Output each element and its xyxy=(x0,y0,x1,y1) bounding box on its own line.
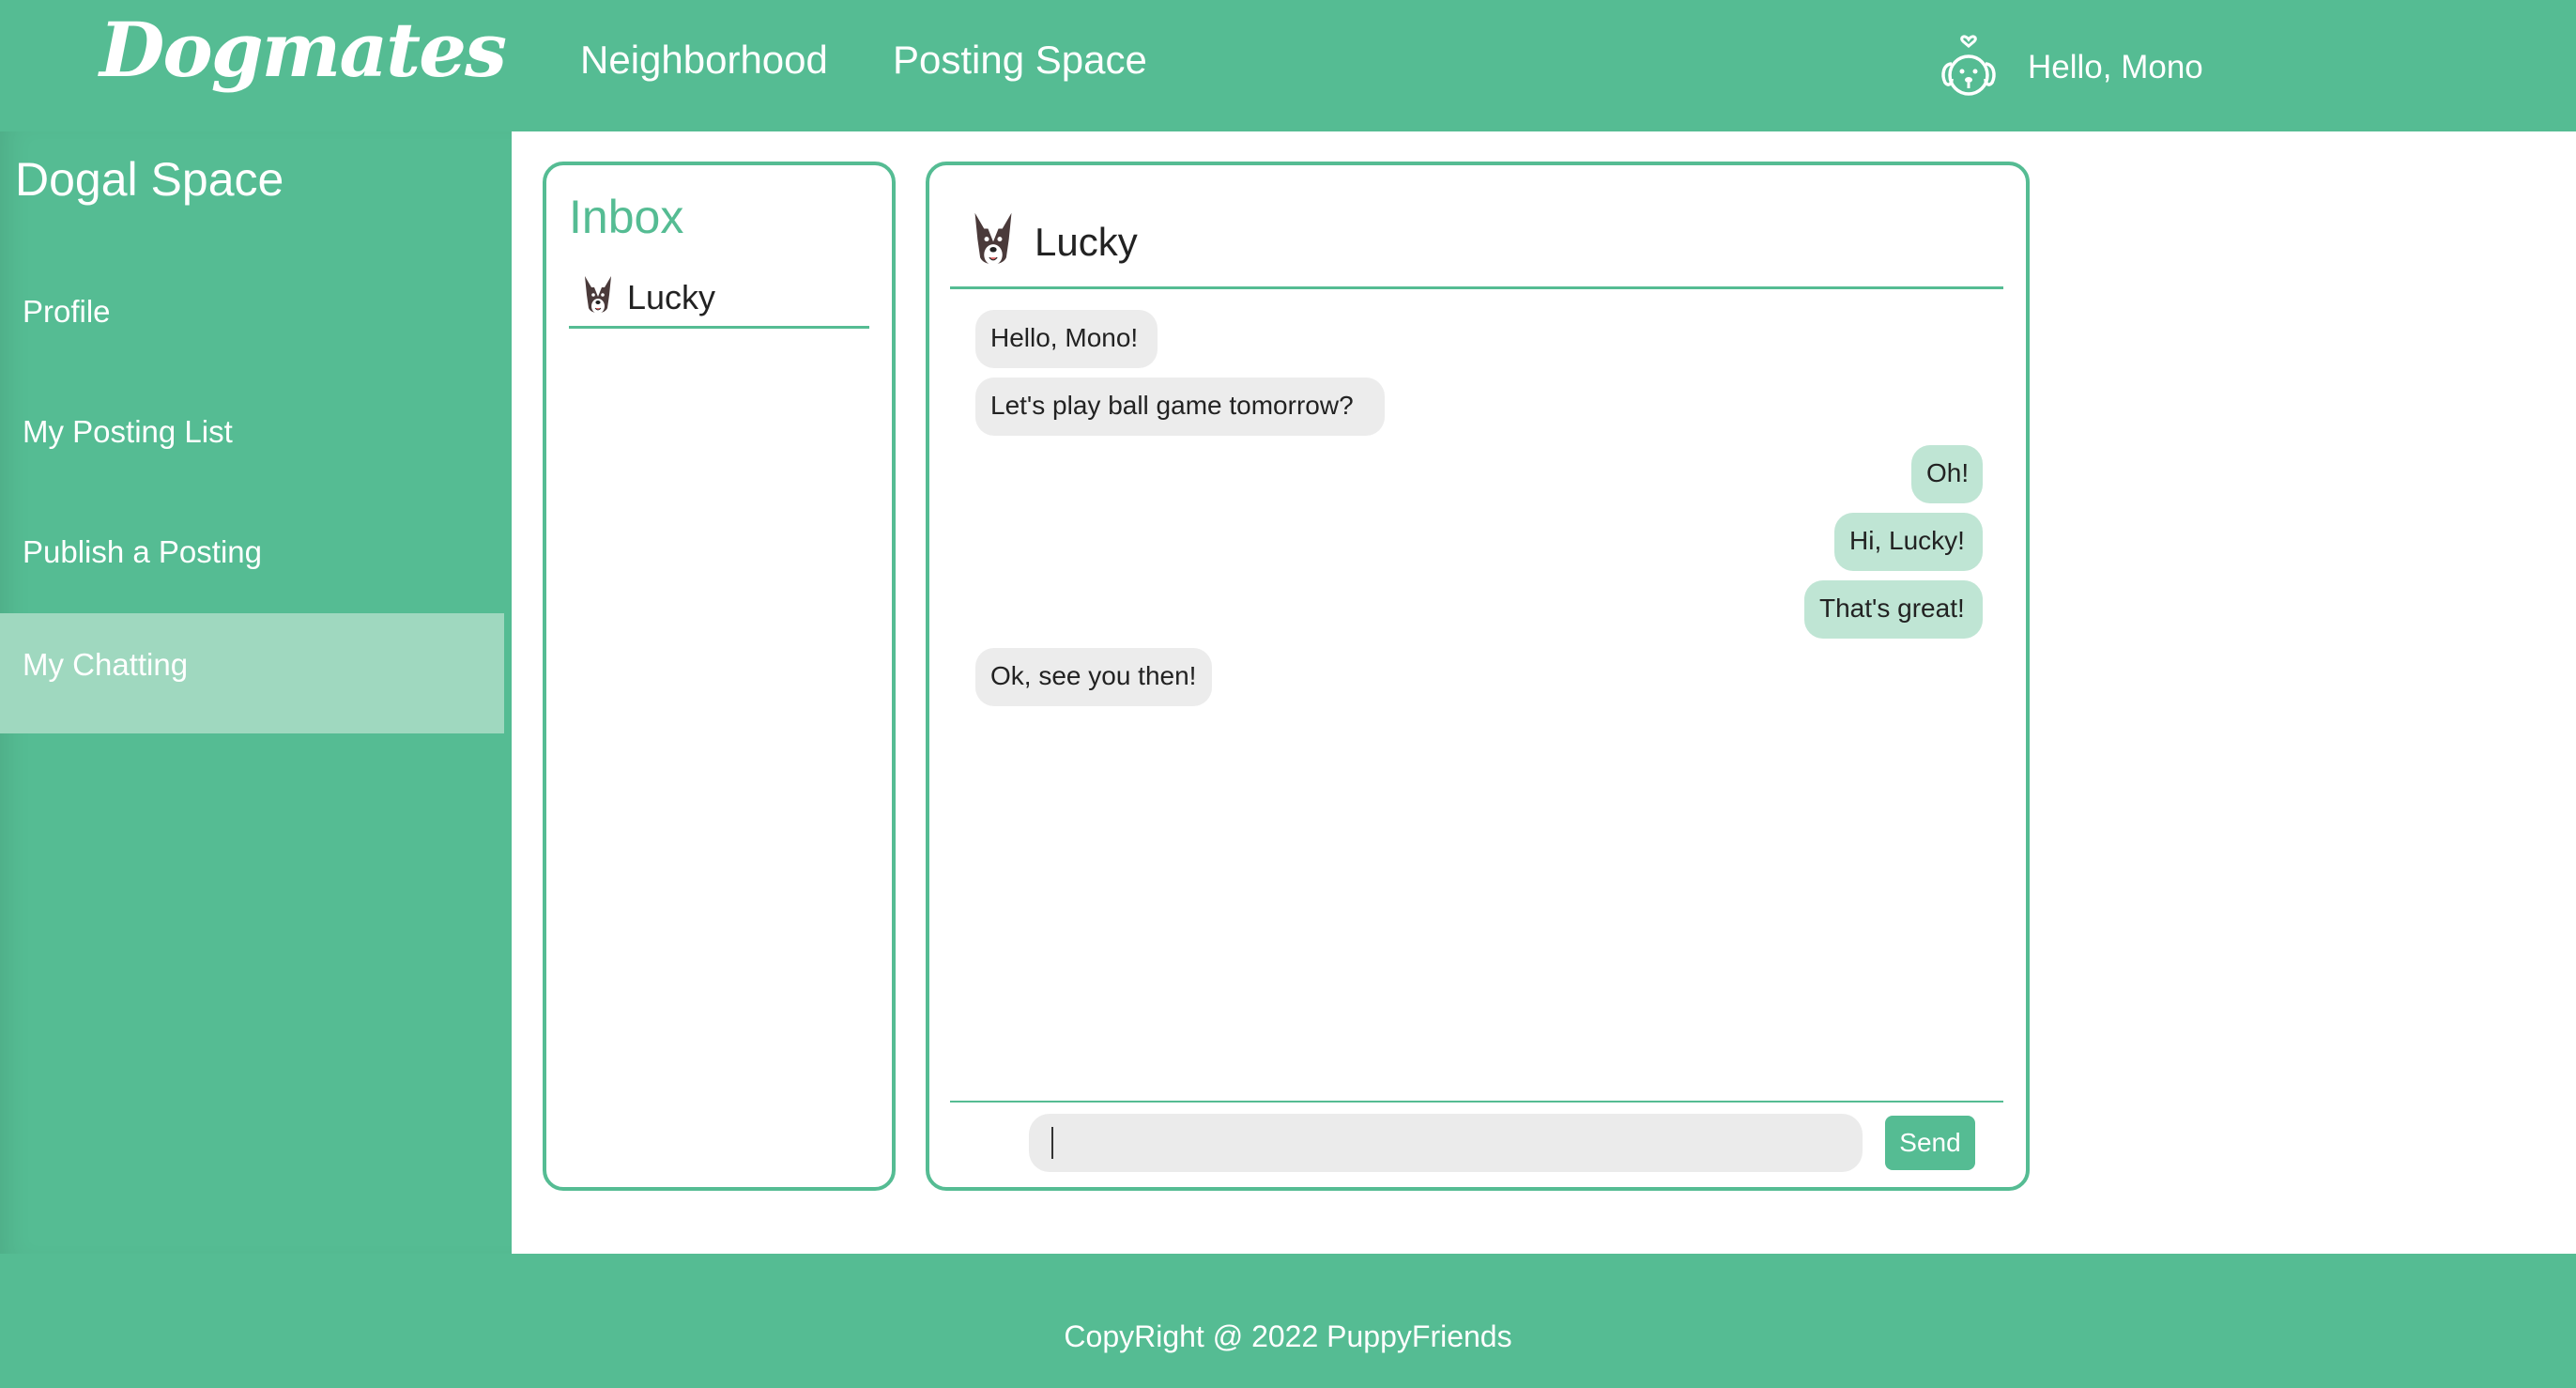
copyright-text: CopyRight @ 2022 PuppyFriends xyxy=(1064,1319,1512,1353)
message-bubble-sent: Oh! xyxy=(1911,445,1983,503)
send-button[interactable]: Send xyxy=(1885,1116,1975,1170)
sidebar: Dogal Space Profile My Posting List Publ… xyxy=(0,131,512,1254)
chat-header: Lucky xyxy=(950,186,2003,289)
border-collie-icon xyxy=(974,212,1012,266)
message-input[interactable] xyxy=(1029,1114,1863,1172)
message-bubble-received: Ok, see you then! xyxy=(975,648,1212,706)
message-bubble-sent: That's great! xyxy=(1804,580,1983,639)
chat-panel: Lucky Hello, Mono! Let's play ball game … xyxy=(926,162,2030,1191)
sidebar-item-publish-posting[interactable]: Publish a Posting xyxy=(0,497,512,617)
nav-posting-space[interactable]: Posting Space xyxy=(893,38,1147,83)
user-greeting: Hello, Mono xyxy=(2028,49,2203,85)
sidebar-item-my-posting-list[interactable]: My Posting List xyxy=(0,377,512,497)
chat-contact-name: Lucky xyxy=(1035,220,1138,264)
top-header: Dogmates Neighborhood Posting Space Hell… xyxy=(0,0,2576,131)
border-collie-icon xyxy=(585,276,611,314)
sidebar-item-profile[interactable]: Profile xyxy=(0,256,512,377)
logo[interactable]: Dogmates xyxy=(100,6,507,94)
dog-face-heart-icon[interactable] xyxy=(1940,32,1998,100)
composer-divider xyxy=(950,1101,2003,1103)
message-bubble-sent: Hi, Lucky! xyxy=(1834,513,1983,571)
message-bubble-received: Let's play ball game tomorrow? xyxy=(975,378,1385,436)
inbox-panel: Inbox Lucky xyxy=(543,162,896,1191)
sidebar-title: Dogal Space xyxy=(15,153,284,206)
nav-neighborhood[interactable]: Neighborhood xyxy=(580,38,828,83)
inbox-title: Inbox xyxy=(569,191,684,243)
footer: CopyRight @ 2022 PuppyFriends xyxy=(0,1254,2576,1388)
message-bubble-received: Hello, Mono! xyxy=(975,310,1158,368)
inbox-item[interactable]: Lucky xyxy=(569,270,869,329)
sidebar-item-my-chatting[interactable]: My Chatting xyxy=(0,613,512,733)
text-caret xyxy=(1051,1127,1053,1159)
inbox-contact-name: Lucky xyxy=(627,278,716,316)
